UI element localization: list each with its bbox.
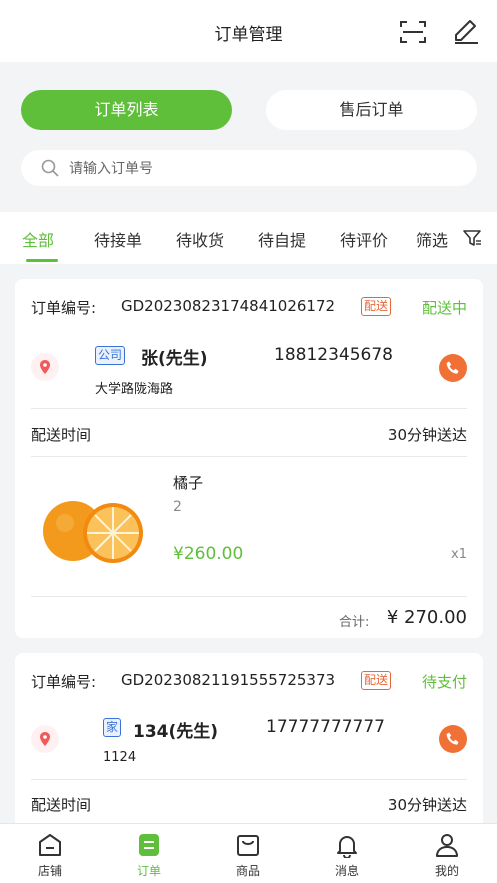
customer-address: 1124 xyxy=(103,750,137,765)
nav-label: 我的 xyxy=(434,864,459,878)
total-value: ¥ 270.00 xyxy=(386,607,467,628)
product-quantity: x1 xyxy=(451,547,467,562)
tab-all[interactable]: 全部 xyxy=(22,227,54,251)
delivery-time-label: 配送时间 xyxy=(31,796,92,814)
delivery-time-value: 30分钟送达 xyxy=(387,426,467,444)
delivery-badge: 配送 xyxy=(361,671,392,690)
nav-store[interactable]: 店铺 xyxy=(10,824,90,883)
order-status: 配送中 xyxy=(421,299,467,317)
top-bar: 订单管理 xyxy=(0,0,497,62)
nav-label: 消息 xyxy=(334,864,359,878)
tab-after-sales[interactable]: 售后订单 xyxy=(266,90,477,130)
nav-label: 商品 xyxy=(235,864,260,878)
nav-label: 店铺 xyxy=(37,864,62,878)
customer-name: 134(先生) xyxy=(133,722,219,742)
customer-address: 大学路陇海路 xyxy=(95,382,174,397)
bottom-nav: 店铺 订单 商品 消息 我的 xyxy=(0,823,497,883)
nav-messages[interactable]: 消息 xyxy=(307,824,387,883)
tab-pending-receive[interactable]: 待收货 xyxy=(176,227,224,251)
order-card[interactable]: 订单编号: GD20230823174841026172 配送 配送中 公司 张… xyxy=(15,279,483,638)
scan-icon[interactable] xyxy=(400,20,426,44)
tab-pending-review[interactable]: 待评价 xyxy=(340,227,388,251)
divider xyxy=(31,779,467,780)
tab-filter[interactable]: 筛选 xyxy=(416,227,448,251)
order-number-label: 订单编号: xyxy=(31,299,97,317)
customer-name: 张(先生) xyxy=(141,349,208,369)
nav-goods[interactable]: 商品 xyxy=(208,824,288,883)
phone-icon xyxy=(446,732,459,745)
nav-order[interactable]: 订单 xyxy=(109,824,189,883)
divider xyxy=(31,596,467,597)
phone-icon xyxy=(446,361,459,374)
bell-icon xyxy=(337,836,357,858)
nav-label: 订单 xyxy=(136,864,161,878)
user-icon xyxy=(436,834,458,857)
tab-order-list[interactable]: 订单列表 xyxy=(21,90,232,130)
call-button[interactable] xyxy=(439,354,467,382)
status-tabs: 全部 待接单 待收货 待自提 待评价 筛选 xyxy=(0,212,497,264)
order-status: 待支付 xyxy=(421,673,467,691)
divider xyxy=(31,408,467,409)
delivery-badge: 配送 xyxy=(361,297,392,316)
store-icon xyxy=(39,834,61,856)
orange-product-image xyxy=(43,501,143,563)
order-number: GD20230823174841026172 xyxy=(121,297,336,315)
header-section: 订单列表 售后订单 请输入订单号 xyxy=(0,62,497,212)
nav-mine[interactable]: 我的 xyxy=(407,824,487,883)
customer-phone: 17777777777 xyxy=(266,717,385,737)
product-spec: 2 xyxy=(173,499,182,515)
address-tag: 公司 xyxy=(95,346,126,365)
edit-icon[interactable] xyxy=(452,18,480,44)
customer-phone: 18812345678 xyxy=(274,345,393,365)
location-pin-icon xyxy=(31,725,59,753)
order-card[interactable]: 订单编号: GD20230821191555725373 配送 待支付 家 13… xyxy=(15,653,483,833)
divider xyxy=(31,456,467,457)
total-label: 合计: xyxy=(339,615,370,630)
tab-pending-accept[interactable]: 待接单 xyxy=(94,227,142,251)
goods-bag-icon xyxy=(237,835,259,856)
search-icon xyxy=(41,159,59,177)
search-placeholder: 请输入订单号 xyxy=(69,161,153,177)
location-pin-icon xyxy=(31,353,59,381)
order-icon xyxy=(139,834,159,856)
delivery-time-label: 配送时间 xyxy=(31,426,92,444)
active-tab-indicator xyxy=(26,259,58,262)
order-number: GD20230821191555725373 xyxy=(121,671,336,689)
delivery-time-value: 30分钟送达 xyxy=(387,796,467,814)
product-price: ¥260.00 xyxy=(173,544,244,564)
filter-icon[interactable] xyxy=(462,228,482,248)
product-name: 橘子 xyxy=(173,474,204,492)
tab-pending-pickup[interactable]: 待自提 xyxy=(258,227,306,251)
call-button[interactable] xyxy=(439,725,467,753)
order-number-label: 订单编号: xyxy=(31,673,97,691)
address-tag: 家 xyxy=(103,718,122,737)
search-input[interactable]: 请输入订单号 xyxy=(21,150,477,186)
